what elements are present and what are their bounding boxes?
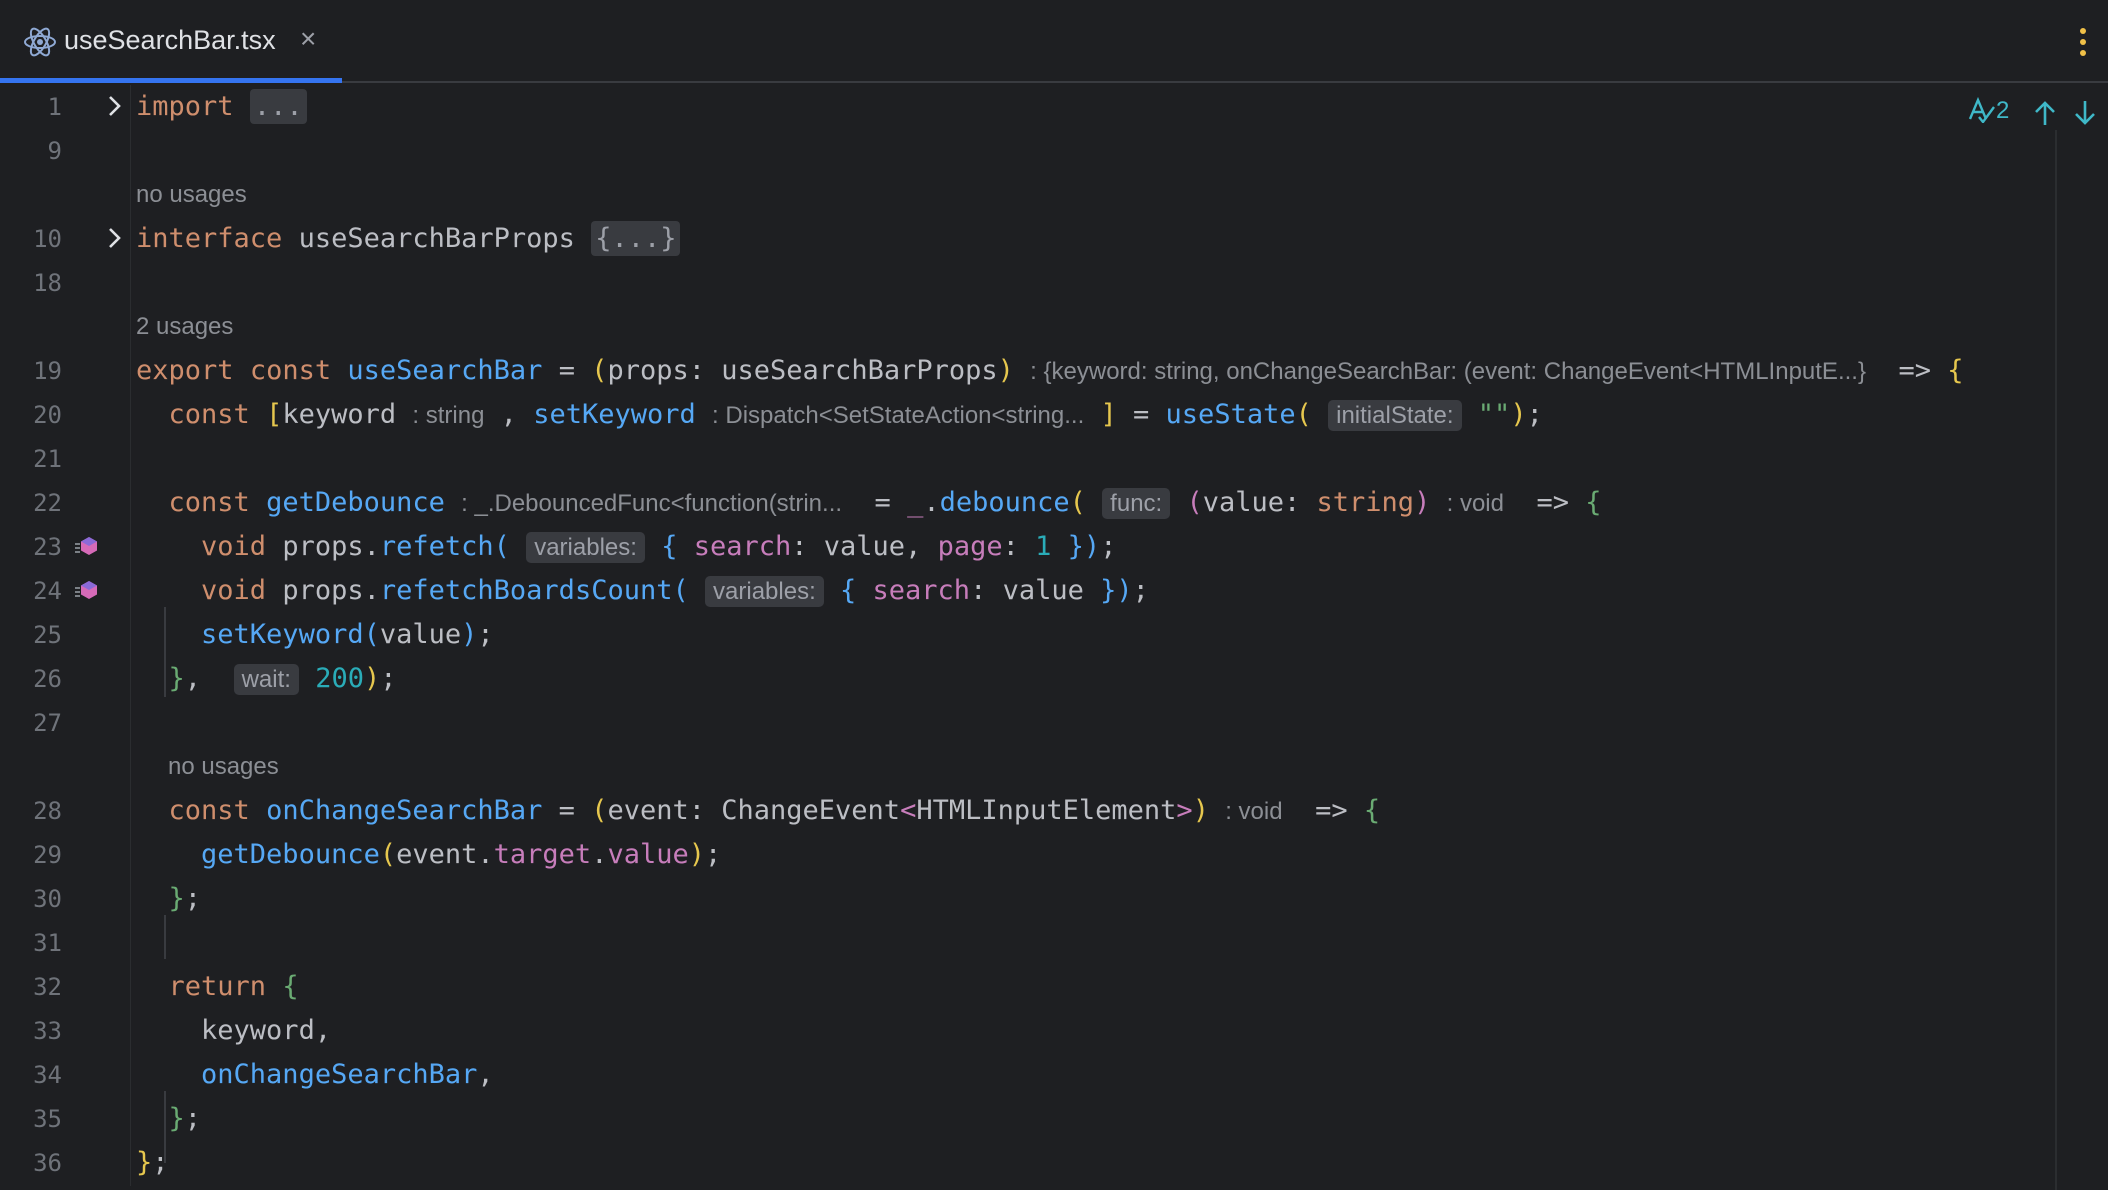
param-hint: variables: bbox=[705, 576, 824, 607]
usages-lens[interactable]: no usages bbox=[168, 753, 279, 781]
code-text: }, wait: 200); bbox=[168, 663, 397, 695]
param-hint: func: bbox=[1102, 488, 1171, 519]
usages-lens[interactable]: no usages bbox=[136, 181, 247, 209]
tab-usesearchbar[interactable]: useSearchBar.tsx × bbox=[0, 0, 342, 83]
code-text: void props.refetch( variables: { search:… bbox=[201, 531, 1117, 563]
code-text: export const useSearchBar = (props: useS… bbox=[136, 355, 1964, 386]
code-line: 21 bbox=[0, 437, 2108, 481]
code-line: 1 import ... bbox=[0, 85, 2108, 129]
code-text: setKeyword(value); bbox=[201, 619, 494, 650]
tab-title: useSearchBar.tsx bbox=[64, 25, 276, 55]
code-text: onChangeSearchBar, bbox=[201, 1059, 494, 1090]
code-line: 34 onChangeSearchBar, bbox=[0, 1053, 2108, 1097]
line-number: 22 bbox=[33, 489, 62, 517]
code-line: 9 bbox=[0, 129, 2108, 173]
code-line: 26 }, wait: 200); bbox=[0, 657, 2108, 701]
type-hint: : Dispatch<SetStateAction<string... bbox=[712, 402, 1085, 429]
code-line: 27 bbox=[0, 701, 2108, 745]
code-line: 20 const [keyword : string , setKeyword … bbox=[0, 393, 2108, 437]
editor-tab-bar: useSearchBar.tsx × bbox=[0, 0, 2108, 83]
type-hint: : _.DebouncedFunc<function(strin... bbox=[461, 490, 843, 517]
line-number: 26 bbox=[33, 665, 62, 693]
code-text: }; bbox=[136, 1147, 169, 1178]
code-line: 36 }; bbox=[0, 1141, 2108, 1185]
code-text: const [keyword : string , setKeyword : D… bbox=[168, 399, 1543, 431]
code-line: 23 void props.refetch( variables: { sear… bbox=[0, 525, 2108, 569]
line-number: 21 bbox=[33, 445, 62, 473]
folded-region[interactable]: {...} bbox=[591, 221, 681, 256]
line-number: 27 bbox=[33, 709, 62, 737]
line-number: 25 bbox=[33, 621, 62, 649]
code-text: }; bbox=[168, 1103, 202, 1134]
param-hint: variables: bbox=[526, 532, 645, 563]
line-number: 29 bbox=[33, 841, 62, 869]
line-number: 33 bbox=[33, 1017, 62, 1045]
code-line: 22 const getDebounce : _.DebouncedFunc<f… bbox=[0, 481, 2108, 525]
code-editor[interactable]: 2 1 import ... 9 no usages 10 interface … bbox=[0, 85, 2108, 1190]
line-number: 30 bbox=[33, 885, 62, 913]
code-text: getDebounce(event.target.value); bbox=[201, 839, 722, 870]
line-number: 36 bbox=[33, 1149, 62, 1177]
code-line: 18 bbox=[0, 261, 2108, 305]
more-vertical-icon[interactable] bbox=[2078, 28, 2088, 58]
code-text: import ... bbox=[136, 89, 307, 124]
code-line: 33 keyword, bbox=[0, 1009, 2108, 1053]
line-number: 1 bbox=[47, 93, 62, 121]
code-line: 24 void props.refetchBoardsCount( variab… bbox=[0, 569, 2108, 613]
line-number: 9 bbox=[47, 137, 62, 165]
code-line: 32 return { bbox=[0, 965, 2108, 1009]
code-vision-row: no usages bbox=[0, 745, 2108, 789]
line-number: 18 bbox=[33, 269, 62, 297]
code-vision-row: no usages bbox=[0, 173, 2108, 217]
code-text: return { bbox=[168, 971, 299, 1002]
graphql-query-icon[interactable] bbox=[74, 579, 100, 603]
chevron-right-icon[interactable] bbox=[104, 225, 126, 251]
line-number: 32 bbox=[33, 973, 62, 1001]
line-number: 23 bbox=[33, 533, 62, 561]
code-line: 29 getDebounce(event.target.value); bbox=[0, 833, 2108, 877]
param-hint: initialState: bbox=[1328, 400, 1462, 431]
line-number: 28 bbox=[33, 797, 62, 825]
code-line: 28 const onChangeSearchBar = (event: Cha… bbox=[0, 789, 2108, 833]
graphql-query-icon[interactable] bbox=[74, 535, 100, 559]
code-text: const getDebounce : _.DebouncedFunc<func… bbox=[168, 487, 1602, 519]
code-line: 25 setKeyword(value); bbox=[0, 613, 2108, 657]
type-hint: : string bbox=[412, 402, 485, 429]
code-vision-row: 2 usages bbox=[0, 305, 2108, 349]
close-icon[interactable]: × bbox=[300, 23, 316, 55]
line-number: 35 bbox=[33, 1105, 62, 1133]
line-number: 20 bbox=[33, 401, 62, 429]
param-hint: wait: bbox=[233, 664, 299, 695]
line-number: 34 bbox=[33, 1061, 62, 1089]
type-hint: : {keyword: string, onChangeSearchBar: (… bbox=[1030, 358, 1866, 385]
chevron-right-icon[interactable] bbox=[104, 93, 126, 119]
code-text: void props.refetchBoardsCount( variables… bbox=[201, 575, 1149, 607]
code-line: 31 bbox=[0, 921, 2108, 965]
react-icon bbox=[24, 27, 56, 57]
code-line: 10 interface useSearchBarProps {...} bbox=[0, 217, 2108, 261]
line-number: 19 bbox=[33, 357, 62, 385]
code-line: 30 }; bbox=[0, 877, 2108, 921]
code-line: 35 }; bbox=[0, 1097, 2108, 1141]
code-text: }; bbox=[168, 883, 202, 914]
usages-lens[interactable]: 2 usages bbox=[136, 313, 233, 341]
type-hint: : void bbox=[1225, 798, 1283, 825]
code-text: keyword, bbox=[201, 1015, 332, 1046]
type-hint: : void bbox=[1446, 490, 1504, 517]
line-number: 10 bbox=[33, 225, 62, 253]
code-text: const onChangeSearchBar = (event: Change… bbox=[168, 795, 1381, 826]
code-line: 19 export const useSearchBar = (props: u… bbox=[0, 349, 2108, 393]
line-number: 24 bbox=[33, 577, 62, 605]
folded-region[interactable]: ... bbox=[249, 89, 307, 124]
line-number: 31 bbox=[33, 929, 62, 957]
code-text: interface useSearchBarProps {...} bbox=[136, 221, 681, 256]
